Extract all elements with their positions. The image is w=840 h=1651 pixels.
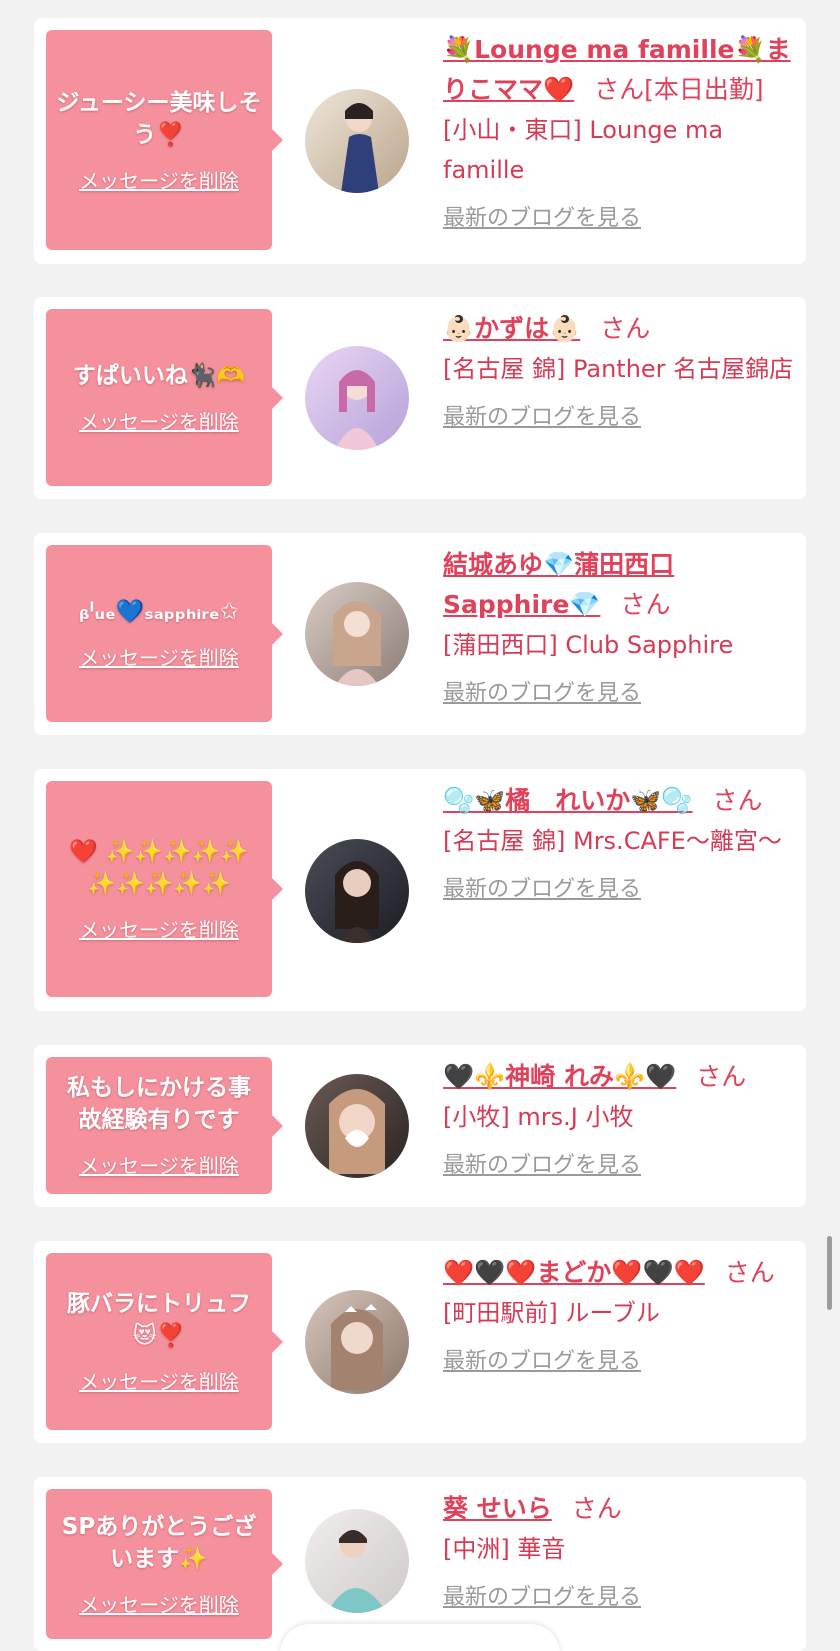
message-bubble: 豚バラにトリュフ😻❣️ メッセージを削除	[46, 1253, 283, 1430]
list-item: ❤️ ✨✨✨✨✨✨✨✨✨✨ メッセージを削除 🫧🦋橘 れいか🦋🫧 さん [名古屋 …	[34, 769, 806, 1011]
message-text: ❤️ ✨✨✨✨✨✨✨✨✨✨	[69, 838, 249, 897]
shop-info: [中洲] 華音	[443, 1535, 566, 1563]
member-name-link[interactable]: 🖤⚜️神崎 れみ⚜️🖤	[443, 1062, 676, 1091]
avatar[interactable]	[305, 1290, 409, 1394]
latest-blog-link[interactable]: 最新のブログを見る	[443, 200, 641, 232]
member-name-link[interactable]: 👶🏻かずは👶🏻	[443, 314, 580, 343]
member-info: 👶🏻かずは👶🏻 さん [名古屋 錦] Panther 名古屋錦店 最新のブログを見…	[443, 309, 794, 431]
message-text: ᵦˡᵤₑ💙ₛₐₚₚₕᵢᵣₑ✩	[79, 599, 239, 625]
list-item: ジューシー美味しそう❣️ メッセージを削除 💐Lounge ma famille…	[34, 18, 806, 264]
message-text: 豚バラにトリュフ😻❣️	[67, 1291, 251, 1349]
honorific: さん	[696, 1062, 747, 1091]
delete-message-link[interactable]: メッセージを削除	[79, 642, 239, 671]
work-status: [本日出勤]	[644, 75, 764, 104]
delete-message-link[interactable]: メッセージを削除	[79, 914, 239, 943]
list-item: 私もしにかける事故経験有りです メッセージを削除 🖤⚜️神崎 れみ⚜️🖤 さん […	[34, 1045, 806, 1207]
list-item: ᵦˡᵤₑ💙ₛₐₚₚₕᵢᵣₑ✩ メッセージを削除 結城あゆ💎蒲田西口Sapphir…	[34, 533, 806, 735]
avatar[interactable]	[305, 346, 409, 450]
message-text: 私もしにかける事故経験有りです	[67, 1075, 251, 1133]
delete-message-link[interactable]: メッセージを削除	[79, 165, 239, 194]
member-info: 葵 せいら さん [中洲] 華音 最新のブログを見る	[443, 1489, 794, 1611]
message-bubble: 私もしにかける事故経験有りです メッセージを削除	[46, 1057, 283, 1194]
bottom-floating-bar[interactable]	[280, 1624, 560, 1651]
message-bubble: ❤️ ✨✨✨✨✨✨✨✨✨✨ メッセージを削除	[46, 781, 283, 997]
shop-info: [町田駅前] ルーブル	[443, 1299, 660, 1327]
message-text: SPありがとうございます✨	[61, 1513, 257, 1572]
member-name-link[interactable]: ❤️🖤❤️まどか❤️🖤❤️	[443, 1258, 705, 1287]
scrollbar[interactable]	[827, 1236, 832, 1310]
honorific: さん	[594, 75, 645, 104]
list-item: すぱいいね🐈‍⬛🫶 メッセージを削除 👶🏻かずは👶🏻 さん [名古屋 錦] Pan…	[34, 297, 806, 499]
honorific: さん	[571, 1494, 622, 1523]
member-info: ❤️🖤❤️まどか❤️🖤❤️ さん [町田駅前] ルーブル 最新のブログを見る	[443, 1253, 794, 1375]
member-info: 💐Lounge ma famille💐まりこママ❤️ さん[本日出勤] [小山・東…	[443, 30, 794, 232]
delete-message-link[interactable]: メッセージを削除	[79, 1589, 239, 1618]
latest-blog-link[interactable]: 最新のブログを見る	[443, 871, 641, 903]
member-name-link[interactable]: 葵 せいら	[443, 1494, 552, 1523]
member-name-link[interactable]: 🫧🦋橘 れいか🦋🫧	[443, 786, 693, 815]
shop-info: [小牧] mrs.J 小牧	[443, 1103, 634, 1131]
latest-blog-link[interactable]: 最新のブログを見る	[443, 1343, 641, 1375]
member-info: 結城あゆ💎蒲田西口Sapphire💎 さん [蒲田西口] Club Sapphir…	[443, 545, 794, 707]
avatar[interactable]	[305, 839, 409, 943]
shop-info: [名古屋 錦] Panther 名古屋錦店	[443, 355, 794, 383]
list-item: 豚バラにトリュフ😻❣️ メッセージを削除 ❤️🖤❤️まどか❤️🖤❤️ さん [町田…	[34, 1241, 806, 1443]
message-bubble: ᵦˡᵤₑ💙ₛₐₚₚₕᵢᵣₑ✩ メッセージを削除	[46, 545, 283, 722]
honorific: さん	[712, 786, 763, 815]
delete-message-link[interactable]: メッセージを削除	[79, 406, 239, 435]
message-list: ジューシー美味しそう❣️ メッセージを削除 💐Lounge ma famille…	[0, 0, 840, 1651]
message-text: ジューシー美味しそう❣️	[56, 89, 262, 148]
avatar[interactable]	[305, 582, 409, 686]
message-bubble: ジューシー美味しそう❣️ メッセージを削除	[46, 30, 283, 250]
message-bubble: SPありがとうございます✨ メッセージを削除	[46, 1489, 283, 1639]
delete-message-link[interactable]: メッセージを削除	[79, 1150, 239, 1179]
avatar[interactable]	[305, 1509, 409, 1613]
delete-message-link[interactable]: メッセージを削除	[79, 1366, 239, 1395]
message-text: すぱいいね🐈‍⬛🫶	[72, 363, 246, 389]
avatar[interactable]	[305, 89, 409, 193]
shop-info: [小山・東口] Lounge ma famille	[443, 116, 724, 184]
honorific: さん	[600, 314, 651, 343]
shop-info: [蒲田西口] Club Sapphire	[443, 631, 734, 659]
member-info: 🫧🦋橘 れいか🦋🫧 さん [名古屋 錦] Mrs.CAFE〜離宮〜 最新のブログを…	[443, 781, 794, 903]
latest-blog-link[interactable]: 最新のブログを見る	[443, 1147, 641, 1179]
latest-blog-link[interactable]: 最新のブログを見る	[443, 675, 641, 707]
message-bubble: すぱいいね🐈‍⬛🫶 メッセージを削除	[46, 309, 283, 486]
member-info: 🖤⚜️神崎 れみ⚜️🖤 さん [小牧] mrs.J 小牧 最新のブログを見る	[443, 1057, 794, 1179]
latest-blog-link[interactable]: 最新のブログを見る	[443, 1579, 641, 1611]
honorific: さん	[620, 590, 671, 619]
latest-blog-link[interactable]: 最新のブログを見る	[443, 399, 641, 431]
avatar[interactable]	[305, 1074, 409, 1178]
shop-info: [名古屋 錦] Mrs.CAFE〜離宮〜	[443, 827, 782, 855]
honorific: さん	[724, 1258, 775, 1287]
